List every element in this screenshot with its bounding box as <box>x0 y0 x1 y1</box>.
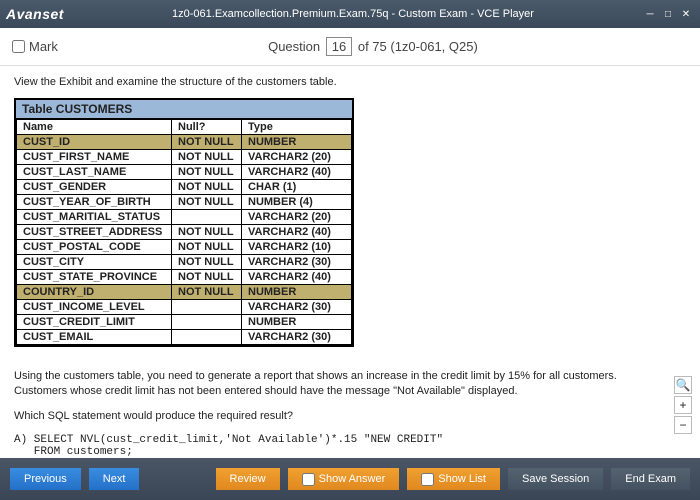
zoom-controls: 🔍 + − <box>674 376 692 434</box>
content-area: View the Exhibit and examine the structu… <box>0 66 700 458</box>
table-cell <box>172 300 242 315</box>
table-cell: NUMBER <box>242 315 352 330</box>
maximize-icon[interactable]: □ <box>660 7 676 21</box>
table-cell: CUST_MARITIAL_STATUS <box>17 210 172 225</box>
col-header-null: Null? <box>172 120 242 135</box>
table-cell: CUST_INCOME_LEVEL <box>17 300 172 315</box>
table-row: CUST_GENDERNOT NULLCHAR (1) <box>17 180 352 195</box>
table-row: COUNTRY_IDNOT NULLNUMBER <box>17 285 352 300</box>
table-cell: NUMBER <box>242 285 352 300</box>
table-row: CUST_LAST_NAMENOT NULLVARCHAR2 (40) <box>17 165 352 180</box>
table-cell: NOT NULL <box>172 135 242 150</box>
table-cell: CUST_LAST_NAME <box>17 165 172 180</box>
table-row: CUST_CREDIT_LIMIT NUMBER <box>17 315 352 330</box>
table-cell: VARCHAR2 (20) <box>242 150 352 165</box>
footer-toolbar: Previous Next Review Show Answer Show Li… <box>0 458 700 500</box>
table-cell: CUST_GENDER <box>17 180 172 195</box>
search-icon[interactable]: 🔍 <box>674 376 692 394</box>
table-cell: NOT NULL <box>172 240 242 255</box>
table-row: CUST_IDNOT NULLNUMBER <box>17 135 352 150</box>
show-list-button[interactable]: Show List <box>407 468 500 490</box>
minimize-icon[interactable]: ─ <box>642 7 658 21</box>
question-indicator: Question 16 of 75 (1z0-061, Q25) <box>58 37 688 56</box>
mark-checkbox[interactable] <box>12 40 25 53</box>
window-title: 1z0-061.Examcollection.Premium.Exam.75q … <box>64 8 642 20</box>
table-cell: NOT NULL <box>172 150 242 165</box>
table-row: CUST_EMAIL VARCHAR2 (30) <box>17 330 352 345</box>
table-cell: CUST_POSTAL_CODE <box>17 240 172 255</box>
show-answer-checkbox[interactable] <box>302 473 315 486</box>
table-cell: CUST_STATE_PROVINCE <box>17 270 172 285</box>
window-controls: ─ □ ✕ <box>642 7 694 21</box>
table-cell: NUMBER (4) <box>242 195 352 210</box>
table-row: CUST_FIRST_NAMENOT NULLVARCHAR2 (20) <box>17 150 352 165</box>
table-row: CUST_STREET_ADDRESSNOT NULLVARCHAR2 (40) <box>17 225 352 240</box>
table-cell <box>172 315 242 330</box>
table-cell: VARCHAR2 (40) <box>242 165 352 180</box>
save-session-button[interactable]: Save Session <box>508 468 603 490</box>
table-cell: NOT NULL <box>172 255 242 270</box>
table-cell: VARCHAR2 (40) <box>242 225 352 240</box>
table-row: CUST_STATE_PROVINCENOT NULLVARCHAR2 (40) <box>17 270 352 285</box>
question-header: Mark Question 16 of 75 (1z0-061, Q25) <box>0 28 700 66</box>
exhibit-intro: View the Exhibit and examine the structu… <box>14 76 660 88</box>
table-cell: VARCHAR2 (30) <box>242 330 352 345</box>
table-cell <box>172 210 242 225</box>
table-cell: NOT NULL <box>172 225 242 240</box>
zoom-out-icon[interactable]: − <box>674 416 692 434</box>
table-cell: VARCHAR2 (30) <box>242 300 352 315</box>
table-cell: CUST_YEAR_OF_BIRTH <box>17 195 172 210</box>
table-row: CUST_INCOME_LEVEL VARCHAR2 (30) <box>17 300 352 315</box>
question-text-1: Using the customers table, you need to g… <box>14 369 660 399</box>
answer-option-a[interactable]: A) SELECT NVL(cust_credit_limit,'Not Ava… <box>14 434 660 458</box>
mark-label: Mark <box>29 39 58 54</box>
table-cell: NOT NULL <box>172 195 242 210</box>
zoom-in-icon[interactable]: + <box>674 396 692 414</box>
table-cell: NOT NULL <box>172 165 242 180</box>
show-answer-button[interactable]: Show Answer <box>288 468 400 490</box>
table-cell: CHAR (1) <box>242 180 352 195</box>
show-list-checkbox[interactable] <box>421 473 434 486</box>
table-cell: VARCHAR2 (40) <box>242 270 352 285</box>
table-cell: NOT NULL <box>172 180 242 195</box>
table-cell: NOT NULL <box>172 285 242 300</box>
review-button[interactable]: Review <box>216 468 280 490</box>
app-logo: Avanset <box>6 6 64 22</box>
table-cell: CUST_STREET_ADDRESS <box>17 225 172 240</box>
table-cell: COUNTRY_ID <box>17 285 172 300</box>
table-cell: CUST_EMAIL <box>17 330 172 345</box>
col-header-type: Type <box>242 120 352 135</box>
end-exam-button[interactable]: End Exam <box>611 468 690 490</box>
table-cell: VARCHAR2 (30) <box>242 255 352 270</box>
question-text-2: Which SQL statement would produce the re… <box>14 409 660 424</box>
table-cell: NOT NULL <box>172 270 242 285</box>
table-cell: CUST_FIRST_NAME <box>17 150 172 165</box>
close-icon[interactable]: ✕ <box>678 7 694 21</box>
question-number-box: 16 <box>326 37 352 56</box>
table-header-row: Name Null? Type <box>17 120 352 135</box>
table-cell: NUMBER <box>242 135 352 150</box>
table-cell: CUST_ID <box>17 135 172 150</box>
next-button[interactable]: Next <box>89 468 140 490</box>
table-row: CUST_YEAR_OF_BIRTHNOT NULLNUMBER (4) <box>17 195 352 210</box>
table-cell: CUST_CREDIT_LIMIT <box>17 315 172 330</box>
col-header-name: Name <box>17 120 172 135</box>
customers-table: Table CUSTOMERS Name Null? Type CUST_IDN… <box>14 98 354 347</box>
table-row: CUST_POSTAL_CODENOT NULLVARCHAR2 (10) <box>17 240 352 255</box>
table-cell: CUST_CITY <box>17 255 172 270</box>
table-cell <box>172 330 242 345</box>
previous-button[interactable]: Previous <box>10 468 81 490</box>
table-row: CUST_MARITIAL_STATUS VARCHAR2 (20) <box>17 210 352 225</box>
table-row: CUST_CITYNOT NULLVARCHAR2 (30) <box>17 255 352 270</box>
title-bar: Avanset 1z0-061.Examcollection.Premium.E… <box>0 0 700 28</box>
table-title: Table CUSTOMERS <box>16 100 352 119</box>
table-cell: VARCHAR2 (10) <box>242 240 352 255</box>
table-cell: VARCHAR2 (20) <box>242 210 352 225</box>
